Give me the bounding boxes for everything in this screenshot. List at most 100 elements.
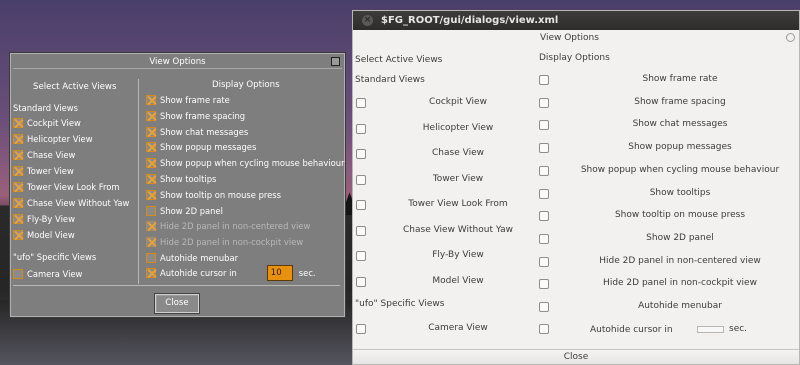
gtk-autohide-cursor-checkbox[interactable]: [539, 324, 549, 334]
fg-view-options-dialog: View Options Select Active Views Display…: [10, 53, 345, 317]
gtk-display-option-4-checkbox[interactable]: [539, 165, 549, 176]
gtk-display-option-9-checkbox[interactable]: [539, 279, 549, 290]
minimize-icon[interactable]: [331, 57, 340, 66]
fg-standard-view-1-checkbox[interactable]: [13, 134, 23, 144]
gtk-display-option-7-label: Show 2D panel: [646, 232, 714, 243]
gtk-display-option-5-checkbox[interactable]: [539, 188, 549, 199]
fg-autohide-cursor-row: Autohide cursor in 10 sec.: [146, 265, 316, 281]
fg-left-heading: Select Active Views: [33, 82, 117, 92]
fg-standard-view-6-label: Fly-By View: [27, 214, 75, 224]
fg-display-option-5-row: Show tooltips: [146, 173, 216, 185]
gtk-view-options-window: × $FG_ROOT/gui/dialogs/view.xml View Opt…: [352, 10, 800, 365]
fg-display-option-7-label: Show 2D panel: [160, 205, 223, 216]
gtk-display-option-10-label: Autohide menubar: [638, 301, 722, 311]
fg-standard-view-2-row: Chase View: [13, 149, 75, 161]
fg-standard-view-1-label: Helicopter View: [27, 134, 93, 144]
gtk-display-option-8-checkbox[interactable]: [539, 256, 549, 267]
fg-standard-view-0-checkbox[interactable]: [13, 118, 23, 128]
fg-display-option-2-checkbox[interactable]: [146, 126, 156, 137]
gtk-autohide-cursor-input[interactable]: [697, 326, 724, 333]
fg-display-option-1-row: Show frame spacing: [146, 110, 245, 122]
gtk-display-option-6-label: Show tooltip on mouse press: [614, 210, 746, 221]
gtk-left-heading: Select Active Views: [355, 55, 443, 65]
fg-display-option-8-checkbox: [146, 221, 156, 232]
fg-standard-view-5-checkbox[interactable]: [13, 198, 23, 208]
fg-display-option-2-row: Show chat messages: [146, 126, 248, 138]
fg-standard-view-0-row: Cockpit View: [13, 117, 81, 129]
fg-dialog-titlebar[interactable]: View Options: [13, 56, 342, 69]
fg-ufo-view-0-row: Camera View: [13, 268, 82, 280]
close-icon[interactable]: ×: [362, 15, 373, 26]
fg-display-option-10-checkbox[interactable]: [146, 253, 156, 263]
gtk-display-option-3-checkbox[interactable]: [539, 143, 549, 154]
gtk-standard-view-6-label: Fly-By View: [432, 250, 484, 260]
fg-display-option-4-label: Show popup when cycling mouse behaviour: [160, 158, 345, 169]
fg-standard-view-3-row: Tower View: [13, 165, 74, 177]
fg-standard-view-4-checkbox[interactable]: [13, 182, 23, 192]
fg-standard-view-7-row: Model View: [13, 229, 75, 241]
gtk-display-option-4-label: Show popup when cycling mouse behaviour: [580, 164, 780, 175]
gtk-display-option-1-label: Show frame spacing: [634, 96, 726, 107]
gtk-standard-view-2-label: Chase View: [432, 148, 484, 158]
gtk-display-option-2-label: Show chat messages: [632, 119, 728, 130]
fg-column-divider: [138, 79, 139, 284]
fg-display-option-5-label: Show tooltips: [160, 174, 217, 184]
fg-standard-view-5-label: Chase View Without Yaw: [27, 198, 130, 208]
fg-display-option-4-row: Show popup when cycling mouse behaviour: [146, 157, 345, 169]
gtk-radio-icon[interactable]: [786, 33, 795, 42]
fg-bottom-divider: [13, 285, 340, 286]
fg-standard-views-label: Standard Views: [13, 103, 78, 113]
gtk-ufo-views-label: "ufo" Specific Views: [355, 299, 445, 309]
fg-autohide-cursor-input[interactable]: 10: [266, 265, 293, 281]
gtk-right-heading: Display Options: [539, 53, 610, 63]
fg-standard-view-2-checkbox[interactable]: [13, 150, 23, 160]
fg-display-option-7-row: Show 2D panel: [146, 205, 223, 217]
gtk-display-option-7-checkbox[interactable]: [539, 233, 549, 244]
gtk-display-option-2-checkbox[interactable]: [539, 120, 549, 131]
fg-standard-view-3-label: Tower View: [27, 166, 74, 176]
fg-standard-view-5-row: Chase View Without Yaw: [13, 197, 129, 209]
fg-autohide-cursor-checkbox[interactable]: [146, 268, 156, 278]
gtk-window-title: $FG_ROOT/gui/dialogs/view.xml: [381, 15, 559, 26]
fg-display-option-1-checkbox[interactable]: [146, 110, 156, 121]
fg-display-option-1-label: Show frame spacing: [160, 110, 246, 121]
fg-standard-view-7-checkbox[interactable]: [13, 230, 23, 240]
gtk-standard-view-0-label: Cockpit View: [429, 97, 487, 107]
gtk-standard-view-7-label: Model View: [432, 275, 484, 286]
gtk-standard-views-label: Standard Views: [355, 75, 425, 85]
fg-ufo-view-0-checkbox[interactable]: [13, 269, 23, 279]
fg-display-option-7-checkbox[interactable]: [146, 205, 156, 216]
fg-display-option-5-checkbox[interactable]: [146, 174, 156, 184]
fg-display-option-6-checkbox[interactable]: [146, 189, 156, 200]
fg-display-option-9-label: Hide 2D panel in non-cockpit view: [160, 237, 304, 248]
fg-ufo-view-0-label: Camera View: [27, 269, 83, 279]
fg-display-option-0-row: Show frame rate: [146, 94, 230, 106]
gtk-standard-view-4-label: Tower View Look From: [408, 199, 508, 209]
fg-standard-view-4-label: Tower View Look From: [27, 182, 120, 192]
fg-display-option-0-checkbox[interactable]: [146, 95, 156, 105]
fg-display-option-10-label: Autohide menubar: [160, 253, 239, 263]
fg-display-option-8-label: Hide 2D panel in non-centered view: [160, 221, 311, 232]
gtk-display-option-0-checkbox[interactable]: [539, 75, 549, 85]
fg-display-option-3-checkbox[interactable]: [146, 142, 156, 153]
gtk-display-option-9-label: Hide 2D panel in non-cockpit view: [603, 278, 757, 289]
fg-standard-view-3-checkbox[interactable]: [13, 166, 23, 176]
gtk-window-titlebar[interactable]: × $FG_ROOT/gui/dialogs/view.xml: [353, 11, 799, 30]
gtk-display-option-5-label: Show tooltips: [649, 187, 711, 198]
gtk-close-button[interactable]: Close: [353, 349, 799, 364]
fg-display-option-0-label: Show frame rate: [160, 95, 230, 105]
fg-standard-view-1-row: Helicopter View: [13, 133, 93, 145]
fg-standard-view-6-checkbox[interactable]: [13, 214, 23, 224]
gtk-display-option-6-checkbox[interactable]: [539, 211, 549, 222]
fg-autohide-cursor-label: Autohide cursor in: [160, 268, 237, 278]
fg-display-option-4-checkbox[interactable]: [146, 158, 156, 169]
fg-display-option-9-checkbox: [146, 237, 156, 248]
fg-display-option-2-label: Show chat messages: [160, 126, 249, 137]
gtk-standard-view-3-label: Tower View: [432, 173, 484, 184]
fg-close-button[interactable]: Close: [155, 294, 199, 313]
gtk-display-option-10-checkbox[interactable]: [539, 302, 549, 312]
fg-dialog-title: View Options: [149, 57, 206, 67]
fg-standard-view-7-label: Model View: [27, 230, 75, 240]
fg-display-option-8-row: Hide 2D panel in non-centered view: [146, 220, 310, 232]
gtk-display-option-1-checkbox[interactable]: [539, 97, 549, 108]
